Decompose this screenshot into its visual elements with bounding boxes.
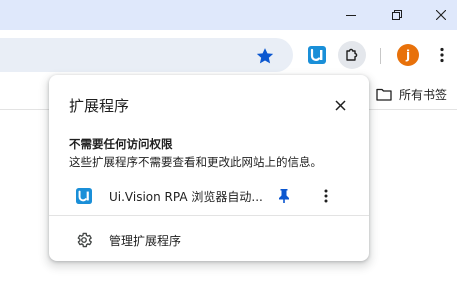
restore-icon bbox=[392, 10, 402, 20]
popup-divider bbox=[49, 215, 369, 216]
ui-vision-extension-icon bbox=[76, 188, 92, 204]
ui-vision-extension-icon bbox=[308, 46, 326, 64]
minimize-icon bbox=[346, 15, 356, 16]
puzzle-icon bbox=[346, 48, 358, 61]
popup-title: 扩展程序 bbox=[69, 97, 130, 115]
pin-icon bbox=[279, 189, 289, 203]
folder-icon bbox=[376, 88, 392, 101]
star-icon bbox=[256, 48, 274, 64]
close-icon bbox=[436, 10, 446, 20]
ui-vision-extension-button[interactable] bbox=[303, 41, 331, 69]
popup-close-button[interactable] bbox=[330, 95, 350, 115]
close-window-button[interactable] bbox=[418, 0, 457, 30]
toolbar-divider bbox=[380, 48, 381, 64]
extensions-menu-button[interactable] bbox=[338, 41, 366, 69]
profile-initial: j bbox=[405, 48, 411, 62]
minimize-button[interactable] bbox=[328, 0, 374, 30]
gear-icon bbox=[77, 232, 92, 248]
bookmark-star-button[interactable] bbox=[255, 46, 275, 66]
extension-name: Ui.Vision RPA 浏览器自动... bbox=[109, 190, 263, 204]
all-bookmarks-label: 所有书签 bbox=[399, 87, 448, 102]
extension-more-button[interactable] bbox=[317, 187, 335, 205]
pin-extension-button[interactable] bbox=[275, 187, 293, 205]
profile-avatar[interactable]: j bbox=[397, 44, 419, 66]
address-bar[interactable] bbox=[0, 38, 293, 72]
all-bookmarks-button[interactable]: 所有书签 bbox=[376, 84, 447, 104]
more-vert-icon bbox=[324, 189, 328, 203]
manage-extensions-button[interactable]: 管理扩展程序 bbox=[49, 227, 369, 253]
more-vert-icon bbox=[440, 47, 444, 63]
browser-menu-button[interactable] bbox=[428, 41, 456, 69]
manage-extensions-label: 管理扩展程序 bbox=[109, 234, 182, 248]
browser-toolbar: j bbox=[0, 30, 457, 78]
title-bar bbox=[0, 0, 457, 30]
section-heading: 不需要任何访问权限 bbox=[69, 137, 173, 151]
extension-row[interactable]: Ui.Vision RPA 浏览器自动... bbox=[49, 179, 369, 213]
restore-button[interactable] bbox=[374, 0, 420, 30]
close-icon bbox=[334, 99, 346, 111]
section-description: 这些扩展程序不需要查看和更改此网站上的信息。 bbox=[69, 155, 322, 169]
extensions-popup: 扩展程序 不需要任何访问权限 这些扩展程序不需要查看和更改此网站上的信息。 Ui… bbox=[49, 75, 369, 261]
